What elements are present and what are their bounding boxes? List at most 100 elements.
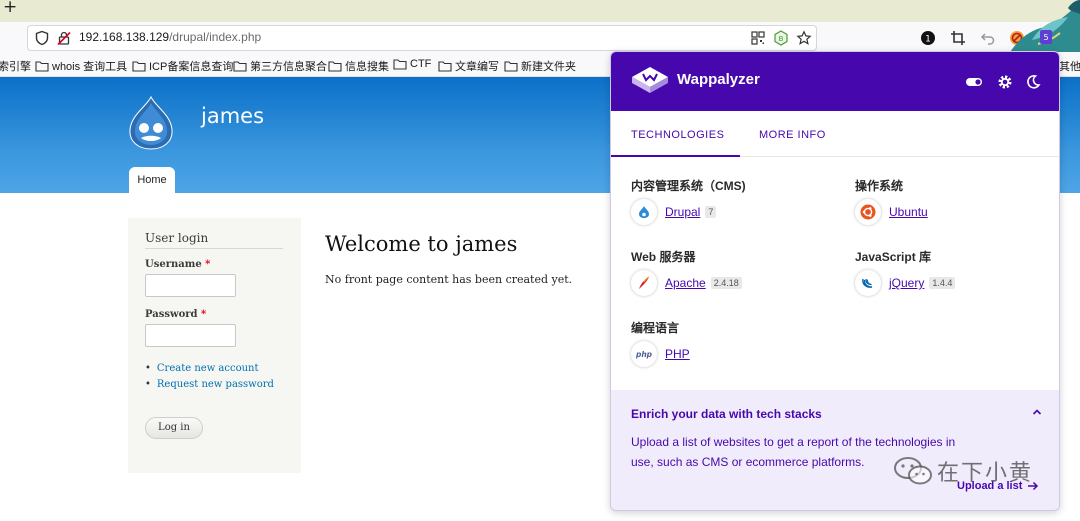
extension-badge-count: 5	[1043, 33, 1048, 42]
bird-avatar-decoration: 5	[1010, 0, 1080, 52]
bookmark-label: 其他	[1059, 61, 1080, 73]
tab-strip: +	[0, 0, 1080, 22]
bookmark-folder-3[interactable]: 第三方信息聚合	[233, 58, 327, 74]
address-bar[interactable]: 192.168.138.129/drupal/index.php B	[27, 25, 817, 51]
bookmark-folder-4[interactable]: 信息搜集	[328, 58, 389, 74]
user-login-block: User login Username * Password * Create …	[128, 218, 301, 473]
tech-item-drupal[interactable]: Drupal 7	[631, 199, 717, 225]
shield-icon[interactable]	[34, 30, 50, 46]
bookmark-folder-5[interactable]: CTF	[393, 58, 431, 70]
create-account-link[interactable]: Create new account	[145, 363, 274, 374]
folder-icon	[438, 61, 452, 72]
required-mark: *	[205, 259, 211, 270]
settings-gear-icon[interactable]	[996, 73, 1014, 91]
enrich-panel: Enrich your data with tech stacks Upload…	[611, 390, 1059, 510]
watermark: 在下小黄	[893, 455, 1033, 487]
extension-hexagon-icon[interactable]: B	[773, 30, 789, 46]
bookmark-label: whois 查询工具	[52, 61, 128, 73]
tech-name[interactable]: Drupal	[665, 205, 700, 219]
bookmark-label: ICP备案信息查询	[149, 61, 234, 73]
login-block-title: User login	[145, 231, 283, 249]
password-input[interactable]	[145, 324, 236, 347]
tech-name[interactable]: Apache	[665, 276, 706, 290]
bookmark-folder-1[interactable]: whois 查询工具	[35, 58, 127, 74]
folder-icon	[233, 61, 247, 72]
wappalyzer-logo-icon	[632, 67, 668, 93]
bookmark-folder-2[interactable]: ICP备案信息查询	[132, 58, 233, 74]
tech-version: 7	[705, 206, 717, 218]
tech-version: 2.4.18	[710, 277, 742, 289]
folder-icon	[132, 61, 146, 72]
tech-version: 1.4.4	[929, 277, 956, 289]
toggle-switch-icon[interactable]	[965, 73, 983, 91]
bookmark-label: CTF	[410, 58, 432, 70]
bookmarks-overflow[interactable]: 其他	[1059, 58, 1080, 74]
category-javascript-library: JavaScript 库	[855, 250, 932, 264]
site-name[interactable]: james	[201, 104, 264, 128]
url-host: 192.168.138.129	[79, 30, 170, 44]
enrich-title[interactable]: Enrich your data with tech stacks	[631, 407, 822, 421]
crop-icon[interactable]	[950, 30, 966, 46]
drupal-icon	[631, 199, 657, 225]
category-web-server: Web 服务器	[631, 250, 696, 264]
wappalyzer-title: Wappalyzer	[677, 71, 760, 88]
username-label: Username *	[145, 259, 211, 270]
tab-technologies[interactable]: TECHNOLOGIES	[631, 129, 724, 141]
tech-item-ubuntu[interactable]: Ubuntu	[855, 199, 928, 225]
jquery-icon	[855, 270, 881, 296]
navigation-toolbar: 192.168.138.129/drupal/index.php B 1	[0, 22, 1080, 53]
url-path: /drupal/index.php	[169, 30, 262, 44]
qr-code-icon[interactable]	[750, 30, 766, 46]
php-icon: php	[631, 341, 657, 367]
bookmark-star-icon[interactable]	[796, 30, 812, 46]
tab-home[interactable]: Home	[129, 167, 175, 194]
folder-icon	[393, 59, 407, 70]
tech-name[interactable]: jQuery	[889, 276, 924, 290]
bookmark-label: 第三方信息聚合	[250, 61, 327, 73]
active-tab-indicator	[611, 155, 740, 157]
tech-name[interactable]: Ubuntu	[889, 205, 928, 219]
dark-mode-moon-icon[interactable]	[1024, 73, 1042, 91]
category-cms: 内容管理系统（CMS)	[631, 179, 746, 193]
tech-name[interactable]: PHP	[665, 347, 690, 361]
required-mark: *	[201, 309, 207, 320]
front-page-message: No front page content has been created y…	[325, 273, 573, 286]
bookmark-folder-7[interactable]: 新建文件夹	[504, 58, 576, 74]
category-os: 操作系统	[855, 179, 904, 193]
folder-icon	[504, 61, 518, 72]
wechat-icon	[894, 457, 932, 485]
svg-text:php: php	[635, 350, 653, 359]
category-programming-language: 编程语言	[631, 321, 680, 335]
url-text: 192.168.138.129/drupal/index.php	[79, 30, 261, 44]
new-tab-plus-icon[interactable]: +	[3, 0, 17, 17]
watermark-text: 在下小黄	[937, 461, 1034, 486]
insecure-lock-icon[interactable]	[56, 30, 72, 46]
log-in-button[interactable]: Log in	[145, 417, 203, 439]
drupal-drop-logo[interactable]	[126, 95, 176, 151]
undo-arrow-icon[interactable]	[980, 30, 996, 46]
password-label: Password *	[145, 309, 207, 320]
wappalyzer-popup: Wappalyzer TECHNOLOGIES MORE INFO 内容管理系统…	[610, 51, 1060, 511]
wappalyzer-tabs: TECHNOLOGIES MORE INFO	[611, 111, 1059, 157]
bookmark-folder-6[interactable]: 文章编写	[438, 58, 499, 74]
tech-item-apache[interactable]: Apache 2.4.18	[631, 270, 742, 296]
bookmark-item-0[interactable]: 索引擎	[0, 58, 31, 74]
bookmark-label: 新建文件夹	[521, 61, 576, 73]
login-links-list: Create new account Request new password	[145, 363, 274, 395]
chevron-up-icon[interactable]	[1031, 406, 1043, 418]
folder-icon	[328, 61, 342, 72]
bookmark-label: 索引擎	[0, 61, 31, 73]
bookmark-label: 信息搜集	[345, 61, 389, 73]
svg-text:1: 1	[925, 35, 931, 45]
wappalyzer-header: Wappalyzer	[611, 52, 1059, 111]
svg-text:B: B	[779, 35, 784, 43]
folder-icon	[35, 61, 49, 72]
tab-more-info[interactable]: MORE INFO	[759, 129, 826, 141]
page-title: Welcome to james	[325, 232, 518, 256]
extension-dark-circle-icon[interactable]: 1	[920, 30, 936, 46]
ubuntu-icon	[855, 199, 881, 225]
request-password-link[interactable]: Request new password	[145, 379, 274, 390]
username-input[interactable]	[145, 274, 236, 297]
tech-item-jquery[interactable]: jQuery 1.4.4	[855, 270, 956, 296]
tech-item-php[interactable]: php PHP	[631, 341, 690, 367]
